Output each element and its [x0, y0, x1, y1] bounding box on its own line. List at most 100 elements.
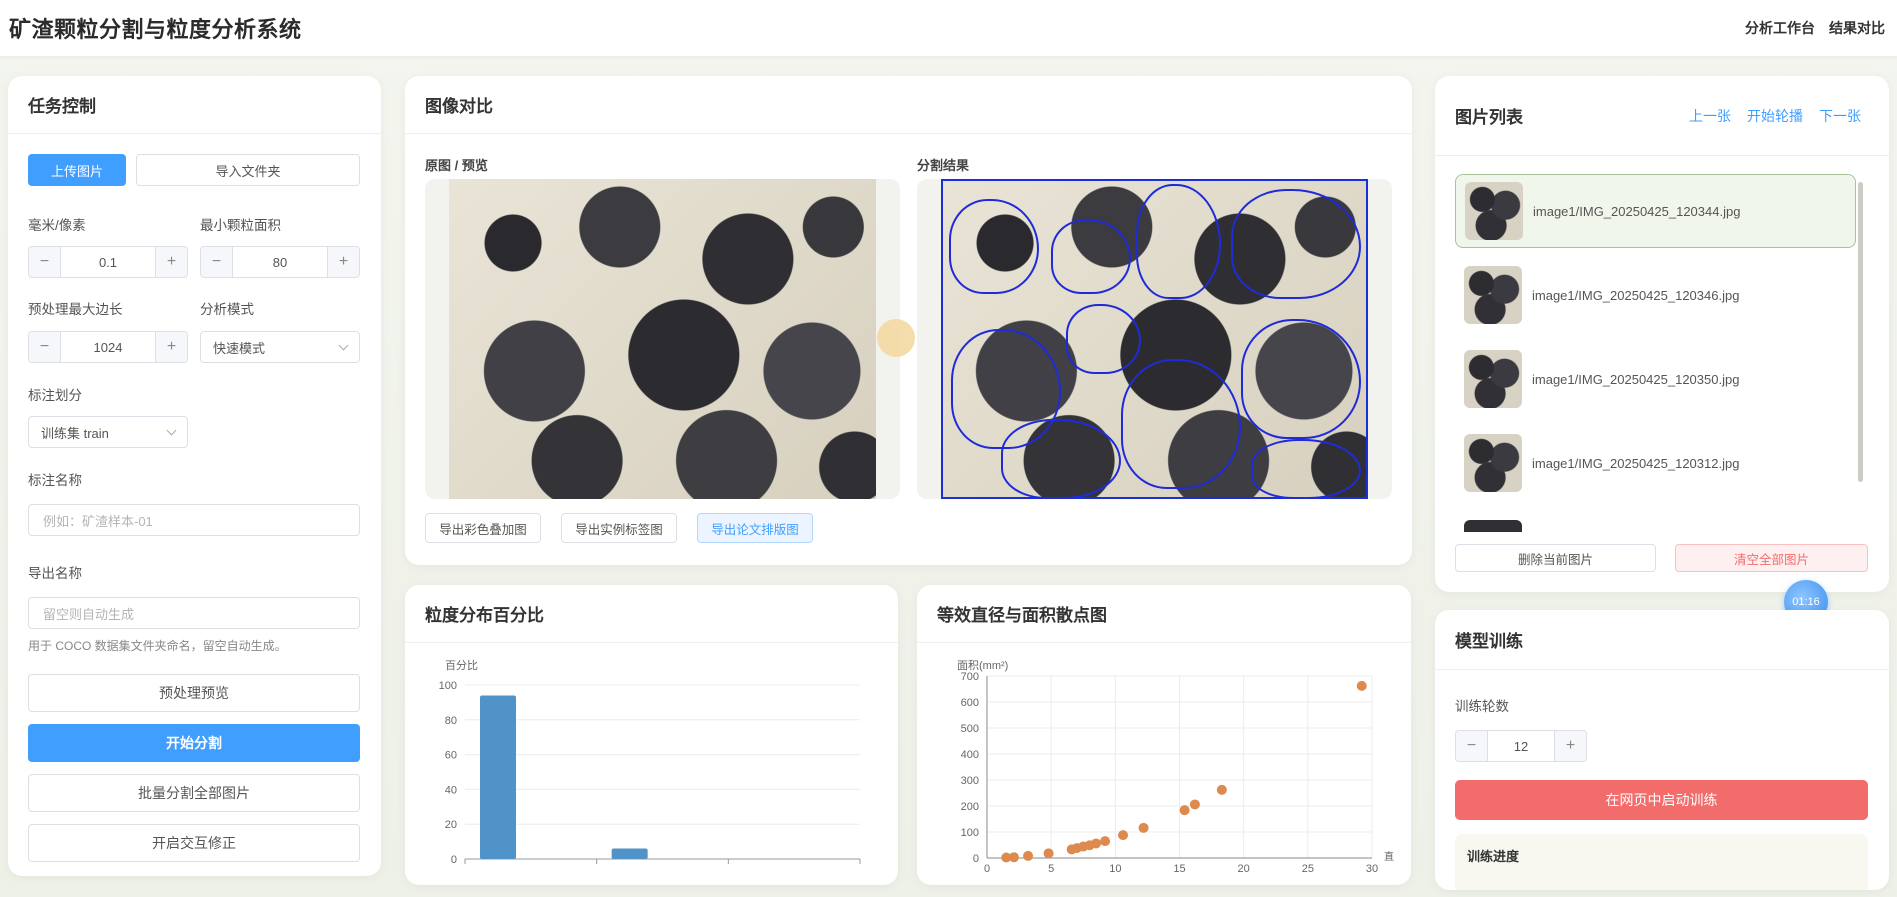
delete-current-image-button[interactable]: 删除当前图片 [1455, 544, 1656, 572]
distribution-bar-chart: 百分比 0 20 40 60 80 100 [439, 659, 861, 866]
next-image-link[interactable]: 下一张 [1819, 106, 1861, 126]
image-thumbnail [1464, 266, 1522, 324]
compare-drag-handle[interactable] [877, 319, 915, 357]
image-filename: image1/IMG_20250425_120346.jpg [1532, 287, 1740, 303]
image-list-scrollbar[interactable] [1858, 182, 1863, 482]
x-tick-label: 15 [1173, 863, 1185, 875]
y-tick-label: 700 [961, 671, 979, 683]
batch-segment-button[interactable]: 批量分割全部图片 [28, 774, 360, 812]
scatter-point [1091, 838, 1102, 849]
upload-image-button[interactable]: 上传图片 [28, 154, 126, 186]
scatter-point [1179, 805, 1190, 816]
export-name-label: 导出名称 [28, 566, 82, 581]
image-list-item[interactable]: image1/IMG_20250425_120350.jpg [1455, 342, 1856, 416]
max-edge-value[interactable]: 1024 [61, 340, 155, 355]
prev-image-link[interactable]: 上一张 [1689, 106, 1731, 126]
mm-per-px-label: 毫米/像素 [28, 218, 86, 233]
plus-icon[interactable]: + [155, 247, 187, 277]
y-tick-label: 600 [961, 697, 979, 709]
y-tick-label: 60 [445, 750, 457, 762]
result-label: 分割结果 [917, 158, 970, 173]
y-tick-label: 100 [439, 680, 457, 692]
min-area-value[interactable]: 80 [233, 255, 327, 270]
epochs-label: 训练轮数 [1455, 699, 1509, 714]
import-folder-button[interactable]: 导入文件夹 [136, 154, 360, 186]
export-name-input[interactable]: 留空则自动生成 [28, 597, 360, 629]
export-instance-button[interactable]: 导出实例标签图 [561, 513, 677, 543]
chevron-down-icon [166, 425, 177, 435]
scatter-point [1118, 830, 1129, 841]
plus-icon[interactable]: + [155, 332, 187, 362]
image-thumbnail [1464, 350, 1522, 408]
scatter-chart-title: 等效直径与面积散点图 [917, 585, 1411, 643]
minus-icon[interactable]: − [1456, 731, 1488, 761]
model-training-panel: 模型训练 训练轮数 − 12 + 在网页中启动训练 训练进度 [1435, 610, 1889, 890]
start-carousel-link[interactable]: 开始轮播 [1747, 106, 1803, 126]
min-area-label: 最小颗粒面积 [200, 218, 281, 233]
segment-outline [949, 199, 1039, 294]
segment-outline [1251, 439, 1361, 499]
min-area-stepper[interactable]: − 80 + [200, 246, 360, 278]
segment-outline [1136, 184, 1221, 299]
segment-outline [1001, 419, 1121, 499]
interactive-correction-button[interactable]: 开启交互修正 [28, 824, 360, 862]
image-compare-panel: 图像对比 原图 / 预览 分割结果 导出彩色叠加图 导出实例标签图 导出论文排版… [405, 76, 1412, 565]
annot-name-input[interactable]: 例如：矿渣样本-01 [28, 504, 360, 536]
x-tick-label: 0 [984, 863, 990, 875]
epochs-stepper[interactable]: − 12 + [1455, 730, 1587, 762]
segmentation-image [941, 179, 1368, 499]
scatter-chart: 面积(mm²) 01002003004005006007000 5 10 15 20 25… [957, 659, 1394, 875]
minus-icon[interactable]: − [201, 247, 233, 277]
image-list-item[interactable]: image1/IMG_20250425_120344.jpg [1455, 174, 1856, 248]
task-control-title: 任务控制 [8, 76, 381, 134]
distribution-bar [480, 695, 516, 859]
export-paper-button[interactable]: 导出论文排版图 [697, 513, 813, 543]
scatter-point [1356, 680, 1367, 691]
scatter-point [1216, 784, 1227, 795]
training-title: 模型训练 [1435, 610, 1889, 670]
x-axis-label: 直 [1384, 850, 1394, 863]
start-segmentation-button[interactable]: 开始分割 [28, 724, 360, 762]
top-bar: 矿渣颗粒分割与粒度分析系统 分析工作台 结果对比 [0, 0, 1897, 56]
export-overlay-button[interactable]: 导出彩色叠加图 [425, 513, 541, 543]
mode-select[interactable]: 快速模式 [200, 331, 360, 363]
plus-icon[interactable]: + [327, 247, 359, 277]
start-training-button[interactable]: 在网页中启动训练 [1455, 780, 1868, 820]
minus-icon[interactable]: − [29, 247, 61, 277]
image-nav-links: 上一张 开始轮播 下一张 [1689, 106, 1861, 126]
segment-outline [1231, 189, 1361, 299]
split-label: 标注划分 [28, 388, 82, 403]
segment-outline [1121, 359, 1241, 489]
scatter-point [1189, 799, 1200, 810]
app-title: 矿渣颗粒分割与粒度分析系统 [9, 17, 302, 42]
split-select[interactable]: 训练集 train [28, 416, 188, 448]
nav-compare[interactable]: 结果对比 [1829, 18, 1885, 38]
image-filename: image1/IMG_20250425_120350.jpg [1532, 371, 1740, 387]
preprocess-preview-button[interactable]: 预处理预览 [28, 674, 360, 712]
minus-icon[interactable]: − [29, 332, 61, 362]
chevron-down-icon [338, 340, 349, 350]
image-filename: image1/IMG_20250425_120344.jpg [1533, 203, 1741, 219]
top-nav: 分析工作台 结果对比 [1745, 18, 1885, 38]
clear-all-images-button[interactable]: 清空全部图片 [1675, 544, 1868, 572]
y-tick-label: 80 [445, 715, 457, 727]
plus-icon[interactable]: + [1554, 731, 1586, 761]
max-edge-stepper[interactable]: − 1024 + [28, 331, 188, 363]
mm-per-px-stepper[interactable]: − 0.1 + [28, 246, 188, 278]
y-tick-label: 200 [961, 801, 979, 813]
image-list-item[interactable]: image1/IMG_20250425_120346.jpg [1455, 258, 1856, 332]
diameter-area-scatter-panel: 等效直径与面积散点图 面积(mm²) 0 100 200 300 400 500 600 70… [917, 585, 1411, 885]
scatter-point [1100, 836, 1111, 847]
original-label: 原图 / 预览 [425, 158, 488, 173]
y-tick-label: 100 [961, 827, 979, 839]
epochs-value[interactable]: 12 [1488, 739, 1554, 754]
x-tick-label: 20 [1238, 863, 1250, 875]
image-filename: image1/IMG_20250425_120312.jpg [1532, 455, 1740, 471]
mm-per-px-value[interactable]: 0.1 [61, 255, 155, 270]
original-image-frame [425, 179, 900, 499]
nav-workbench[interactable]: 分析工作台 [1745, 18, 1815, 38]
y-axis-label: 百分比 [445, 659, 478, 672]
distribution-bar [611, 848, 648, 859]
y-tick-label: 0 [973, 853, 979, 865]
image-list-item[interactable]: image1/IMG_20250425_120312.jpg [1455, 426, 1856, 500]
